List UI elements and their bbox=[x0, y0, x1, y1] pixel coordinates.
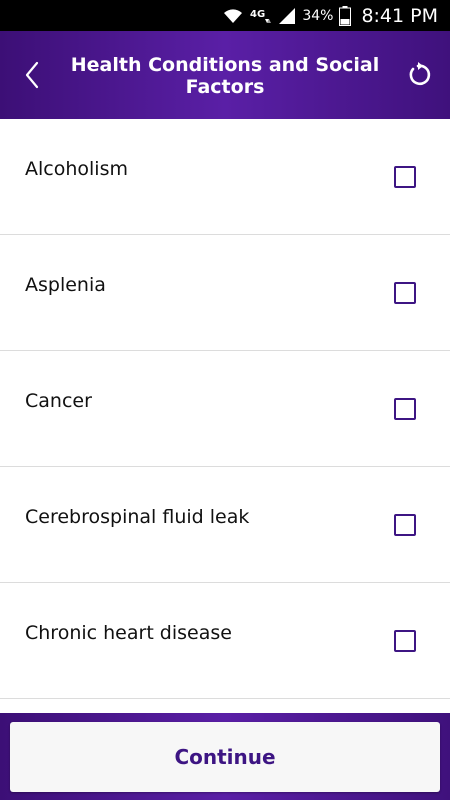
svg-text:4G: 4G bbox=[250, 9, 265, 20]
clock-time: 8:41 PM bbox=[361, 4, 438, 27]
list-item-chronic-heart-disease[interactable]: Chronic heart disease bbox=[0, 583, 450, 699]
battery-percentage: 34% bbox=[302, 7, 334, 24]
item-label: Asplenia bbox=[25, 274, 106, 296]
item-label: Cancer bbox=[25, 390, 92, 412]
item-label: Cerebrospinal fluid leak bbox=[25, 506, 250, 528]
page-title: Health Conditions and Social Factors bbox=[70, 54, 380, 98]
list-item-asplenia[interactable]: Asplenia bbox=[0, 235, 450, 351]
checkbox-chronic-heart-disease[interactable] bbox=[394, 630, 416, 652]
wifi-icon bbox=[222, 7, 244, 25]
back-button[interactable] bbox=[14, 57, 50, 93]
refresh-icon bbox=[409, 62, 431, 86]
continue-button[interactable]: Continue bbox=[10, 722, 440, 792]
checkbox-asplenia[interactable] bbox=[394, 282, 416, 304]
checkbox-alcoholism[interactable] bbox=[394, 166, 416, 188]
battery-icon bbox=[339, 5, 352, 26]
signal-icon bbox=[278, 7, 296, 25]
condition-list: Alcoholism Asplenia Cancer Cerebrospinal… bbox=[0, 119, 450, 713]
item-label: Alcoholism bbox=[25, 158, 128, 180]
status-bar: 4G 34% 8:41 PM bbox=[0, 0, 450, 31]
chevron-left-icon bbox=[25, 61, 39, 89]
network-4g-icon: 4G bbox=[250, 7, 272, 25]
list-item-cerebrospinal-fluid-leak[interactable]: Cerebrospinal fluid leak bbox=[0, 467, 450, 583]
list-item-cancer[interactable]: Cancer bbox=[0, 351, 450, 467]
checkbox-cerebrospinal-fluid-leak[interactable] bbox=[394, 514, 416, 536]
list-item-alcoholism[interactable]: Alcoholism bbox=[0, 119, 450, 235]
item-label: Chronic heart disease bbox=[25, 622, 232, 644]
footer-bar: Continue bbox=[0, 713, 450, 800]
app-header: Health Conditions and Social Factors bbox=[0, 31, 450, 119]
checkbox-cancer[interactable] bbox=[394, 398, 416, 420]
refresh-button[interactable] bbox=[400, 57, 436, 93]
